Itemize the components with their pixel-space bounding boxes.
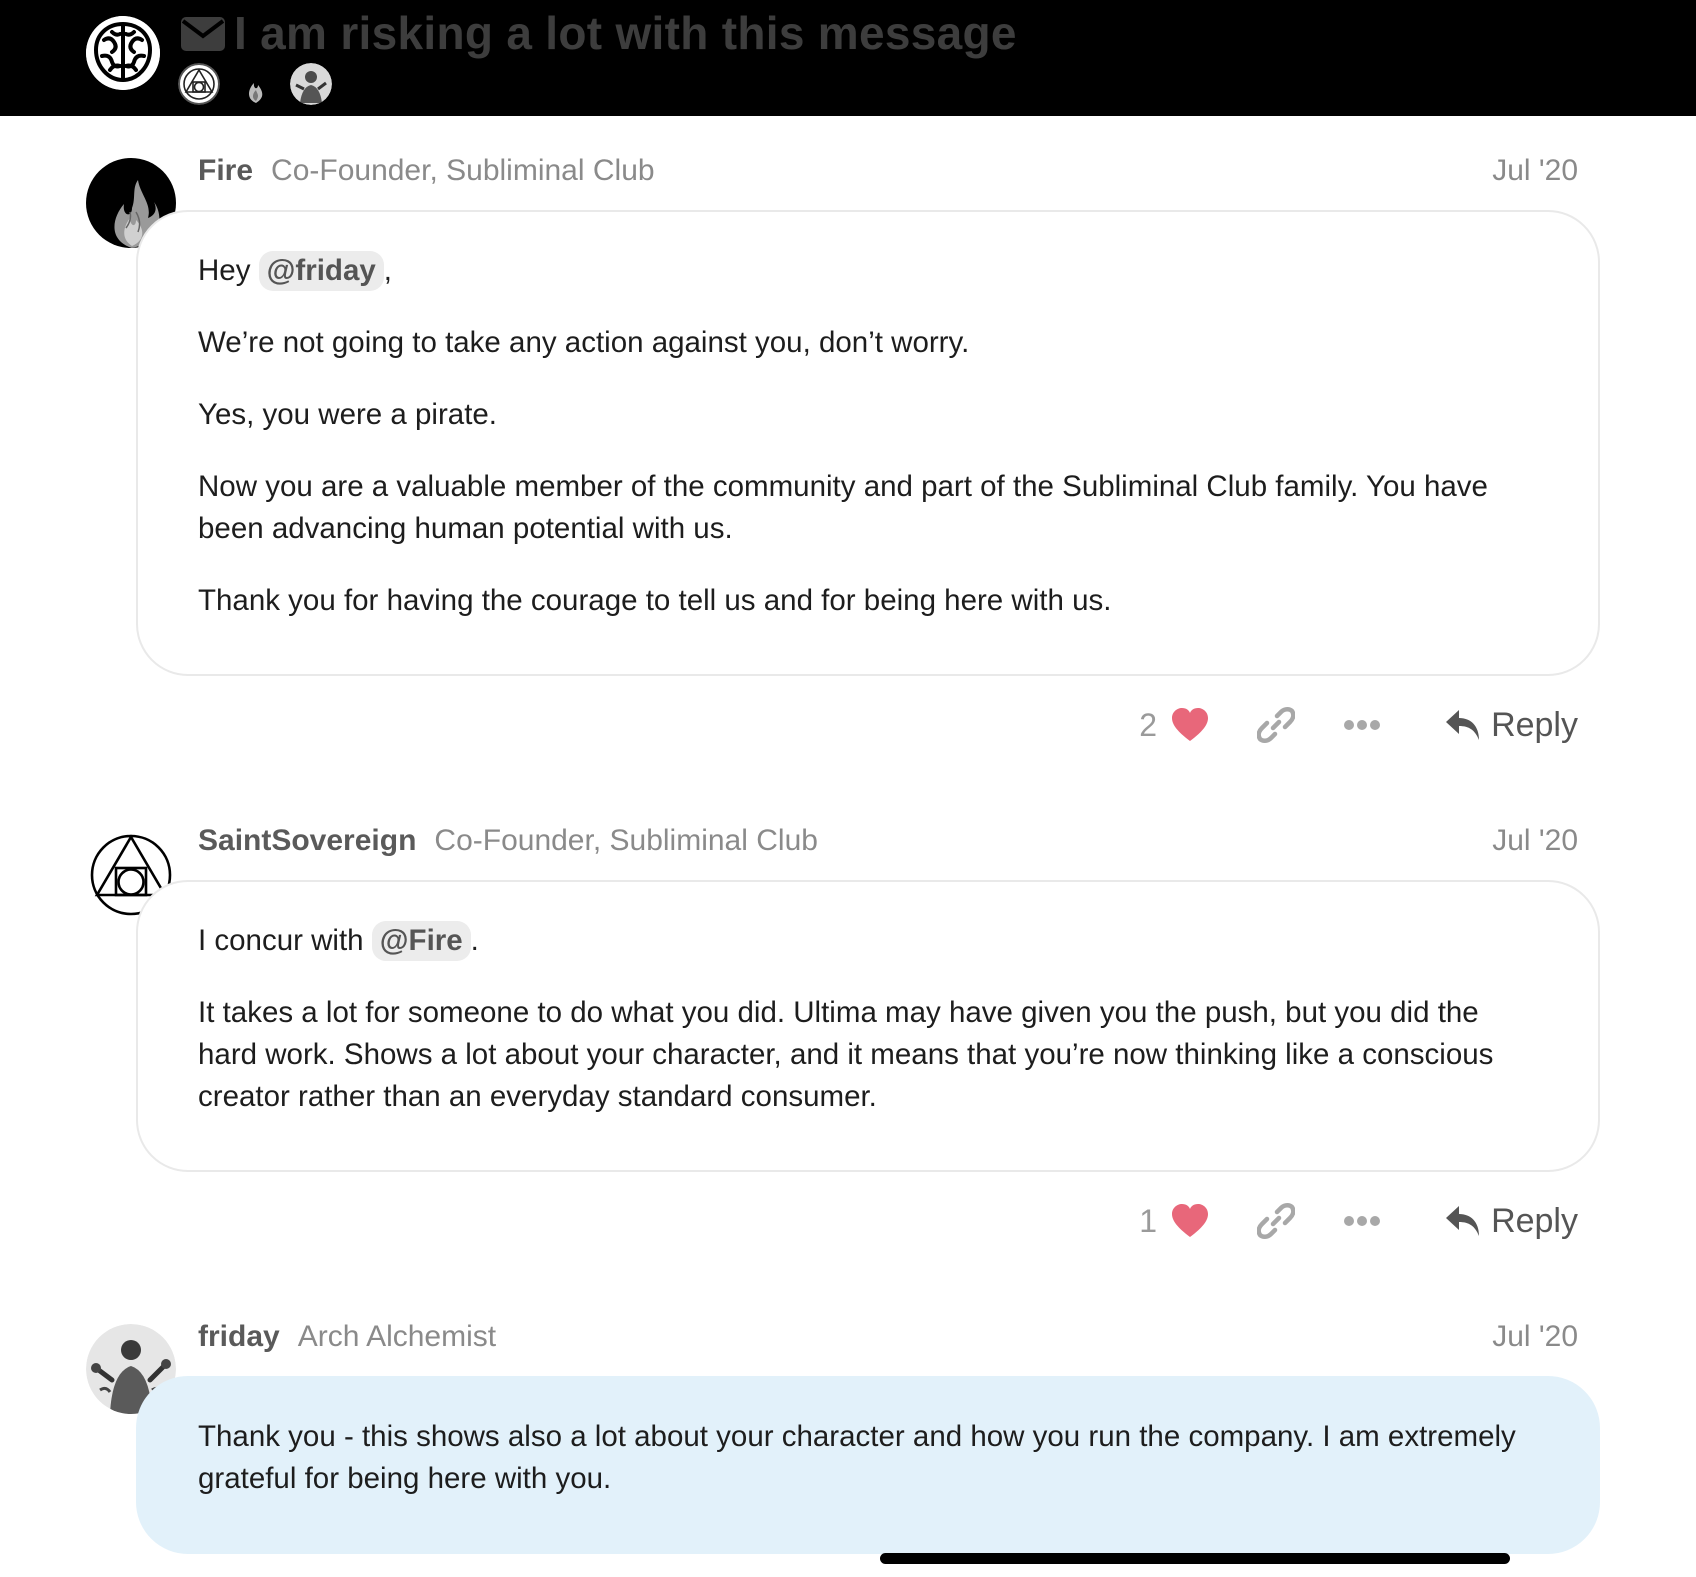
link-icon[interactable] [1257,706,1296,744]
home-indicator[interactable] [880,1553,1510,1564]
post-meta: friday Arch Alchemist Jul '20 [198,1320,1578,1360]
username[interactable]: SaintSovereign [198,824,416,858]
brain-icon[interactable] [86,16,160,90]
post-greeting: I concur with @Fire. [198,920,1538,962]
participant-avatar-fire[interactable] [234,63,276,105]
post-actions: 2 Reply [1139,700,1578,750]
post-actions: 1 Reply [1139,1196,1578,1246]
mention-link[interactable]: @Fire [371,921,471,961]
post-body: Hey @friday, We’re not going to take any… [136,210,1600,676]
post-date[interactable]: Jul '20 [1492,824,1578,858]
post-greeting: Hey @friday, [198,250,1538,292]
user-title: Co-Founder, Subliminal Club [271,154,655,187]
envelope-icon [181,17,225,51]
more-options-icon[interactable] [1343,718,1381,732]
post-meta: Fire Co-Founder, Subliminal Club Jul '20 [198,154,1578,194]
like-count[interactable]: 1 [1139,1203,1157,1240]
reply-button[interactable]: Reply [1491,706,1578,745]
participant-avatar-friday[interactable] [290,63,332,105]
topic-title[interactable]: I am risking a lot with this message [234,6,1017,60]
link-icon[interactable] [1257,1202,1296,1240]
post-paragraph: Thank you - this shows also a lot about … [198,1420,1516,1495]
post-body: Thank you - this shows also a lot about … [136,1376,1600,1554]
post-body: I concur with @Fire. It takes a lot for … [136,880,1600,1172]
reply-icon[interactable] [1445,708,1481,742]
more-options-icon[interactable] [1343,1214,1381,1228]
participant-avatars [178,62,332,106]
post-paragraph: It takes a lot for someone to do what yo… [198,996,1494,1113]
reply-button[interactable]: Reply [1491,1202,1578,1241]
like-count[interactable]: 2 [1139,707,1157,744]
heart-icon[interactable] [1171,708,1209,742]
greeting-text: I concur with [198,924,364,957]
user-title: Arch Alchemist [297,1320,497,1353]
greeting-punctuation: , [383,254,392,287]
mention-link[interactable]: @friday [258,251,384,291]
topic-header: I am risking a lot with this message [0,0,1696,116]
post-paragraph: Now you are a valuable member of the com… [198,470,1488,545]
post-meta: SaintSovereign Co-Founder, Subliminal Cl… [198,824,1578,864]
greeting-punctuation: . [470,924,479,957]
username[interactable]: friday [198,1320,280,1354]
post-date[interactable]: Jul '20 [1492,154,1578,188]
reply-icon[interactable] [1445,1204,1481,1238]
post-date[interactable]: Jul '20 [1492,1320,1578,1354]
post-paragraph: Yes, you were a pirate. [198,398,498,431]
user-title: Co-Founder, Subliminal Club [434,824,818,857]
greeting-text: Hey [198,254,251,287]
username[interactable]: Fire [198,154,253,188]
heart-icon[interactable] [1171,1204,1209,1238]
post-paragraph: We’re not going to take any action again… [198,326,970,359]
post-paragraph: Thank you for having the courage to tell… [198,584,1112,617]
participant-avatar-saintsovereign[interactable] [178,63,220,105]
